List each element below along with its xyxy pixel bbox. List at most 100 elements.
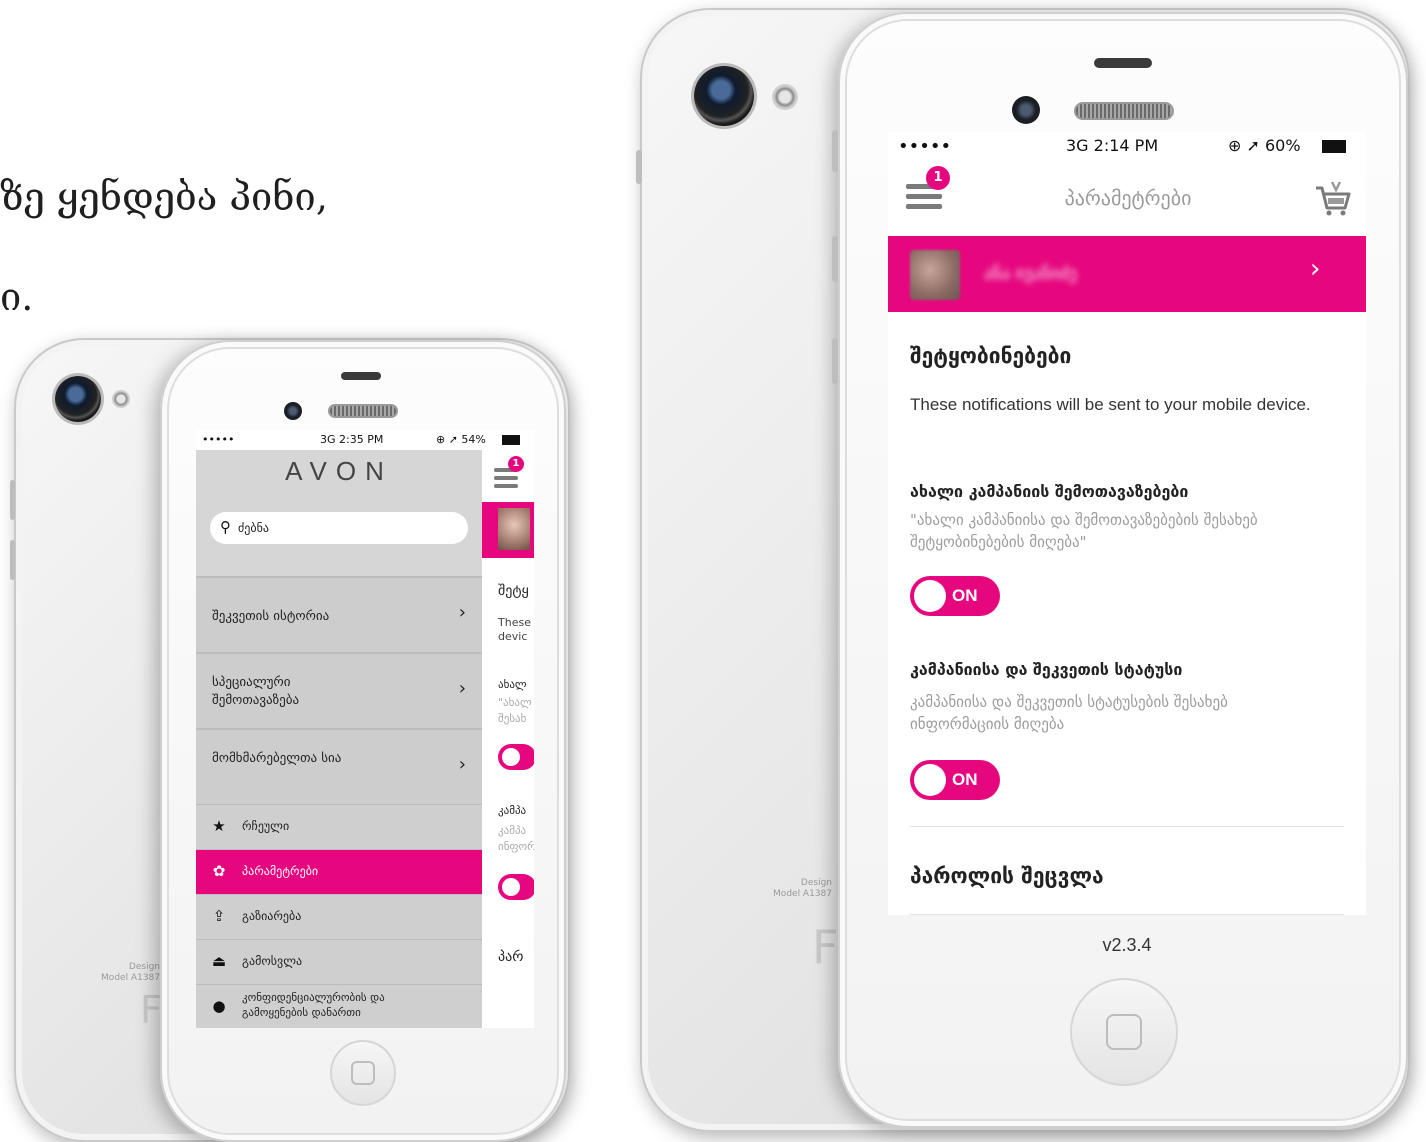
left-back-model-text: Design Model A1387: [101, 962, 160, 983]
status-time: 3G 2:14 PM: [1066, 136, 1159, 155]
menu-item-label: სპეციალური შემოთავაზება: [212, 675, 300, 708]
menu-item-order-history[interactable]: შეკვეთის ისტორია ›: [196, 576, 482, 654]
left-status-bar: ••••• 3G 2:35 PM ⊕ ➚ 54%: [196, 430, 534, 450]
option-title: კამპანიისა და შეკვეთის სტატუსი: [910, 660, 1183, 679]
signal-dots: •••••: [898, 136, 952, 157]
cart-icon[interactable]: [1312, 178, 1352, 218]
info-icon: ●: [212, 997, 226, 1015]
right-phone-side-button: [636, 150, 642, 184]
notifications-description: These notifications will be sent to your…: [910, 395, 1311, 414]
status-icons: ⊕ ➚ 54%: [436, 433, 486, 446]
toggle-knob: [914, 580, 946, 612]
menu-row-label: პარამეტრები: [242, 864, 319, 878]
toggle-knob: [914, 764, 946, 796]
menu-row-settings[interactable]: ✿ პარამეტრები: [196, 849, 482, 894]
right-front-camera: [1012, 96, 1040, 124]
menu-row-favorites[interactable]: ★ რჩეული: [196, 804, 482, 849]
left-rear-camera: [55, 376, 101, 422]
option-title: ახალი კამპანიის შემოთავაზებები: [910, 482, 1189, 501]
right-screen: ••••• 3G 2:14 PM ⊕ ➚ 60% 1 პარამეტრები ა…: [888, 132, 1366, 974]
chevron-right-icon: ›: [458, 602, 466, 623]
option-description: კამპანიისა და შეკვეთის სტატუსების შესახე…: [910, 693, 1228, 733]
search-input[interactable]: ⚲ ძებნა: [210, 512, 468, 544]
toggle-switch[interactable]: [498, 874, 534, 900]
chevron-right-icon: ›: [458, 754, 466, 775]
app-version: v2.3.4: [1102, 935, 1152, 955]
chevron-right-icon: ›: [1310, 254, 1321, 284]
left-back-logo: F: [140, 988, 162, 1032]
star-icon: ★: [212, 817, 226, 835]
notification-badge: 1: [508, 456, 524, 472]
right-home-button[interactable]: [1070, 978, 1178, 1086]
menu-row-privacy[interactable]: ● კონფიდენციალურობის და გამოყენების დანა…: [196, 984, 482, 1028]
toggle-switch[interactable]: [498, 744, 534, 770]
campaign-offers-toggle[interactable]: ON: [910, 576, 1000, 616]
menu-row-label: გაზიარება: [242, 909, 302, 923]
profile-name: ანა ივანიძე: [984, 264, 1077, 284]
side-menu: AVON ⚲ ძებნა შეკვეთის ისტორია › სპეციალუ…: [196, 450, 482, 1028]
home-square-icon: [351, 1061, 375, 1085]
menu-row-share[interactable]: ⇪ გაზიარება: [196, 894, 482, 939]
search-icon: ⚲: [220, 518, 231, 536]
left-earpiece: [328, 404, 398, 418]
peek-text: ინფორ: [498, 840, 534, 853]
footer: v2.3.4: [888, 915, 1366, 974]
brand-logo: AVON: [285, 456, 393, 486]
right-rear-camera: [694, 66, 754, 126]
notifications-title: შეტყობინებები: [910, 344, 1072, 368]
chevron-right-icon: ›: [458, 678, 466, 699]
change-password-link[interactable]: პაროლის შეცვლა: [910, 864, 1104, 888]
right-earpiece: [1074, 102, 1174, 120]
menu-item-label: შეკვეთის ისტორია: [212, 609, 330, 624]
logout-icon: ⏏: [211, 952, 227, 970]
search-placeholder: ძებნა: [238, 521, 269, 535]
menu-item-customer-list[interactable]: მომხმარებელთა სია ›: [196, 728, 482, 804]
left-front-camera: [284, 402, 302, 420]
menu-row-label: რჩეული: [242, 819, 290, 833]
peek-text: "ახალ: [498, 696, 532, 709]
left-top-slot: [341, 372, 381, 380]
right-rear-flash: [772, 84, 798, 110]
left-home-button[interactable]: [330, 1040, 396, 1106]
menu-item-special-offers[interactable]: სპეციალური შემოთავაზება ›: [196, 652, 482, 730]
peek-text: პარ: [498, 949, 524, 965]
peek-text: კამპა: [498, 824, 527, 837]
peek-text: These: [498, 616, 531, 629]
menu-row-label: გამოსვლა: [242, 954, 303, 968]
notification-badge: 1: [926, 166, 950, 190]
settings-peek: 1 შეტყ These devic ახალ "ახალ შესახ კამპ…: [482, 450, 534, 1028]
peek-text: შესახ: [498, 712, 527, 725]
right-back-logo: F: [812, 920, 839, 974]
profile-band[interactable]: [482, 502, 534, 558]
battery-icon: [1322, 140, 1346, 153]
gear-icon: ✿: [212, 862, 226, 880]
left-rear-flash: [112, 390, 130, 408]
right-back-model-text: Design Model A1387: [773, 878, 832, 899]
peek-text: შეტყ: [498, 583, 529, 599]
status-time: 3G 2:35 PM: [320, 433, 384, 446]
peek-text: კამპა: [498, 804, 527, 817]
right-status-bar: ••••• 3G 2:14 PM ⊕ ➚ 60%: [888, 132, 1366, 160]
peek-text: devic: [498, 630, 528, 643]
battery-icon: [502, 435, 520, 445]
home-square-icon: [1106, 1014, 1142, 1050]
menu-row-logout[interactable]: ⏏ გამოსვლა: [196, 939, 482, 984]
divider: [910, 826, 1344, 827]
share-icon: ⇪: [212, 907, 226, 925]
menu-row-label: კონფიდენციალურობის და გამოყენების დანართ…: [242, 991, 385, 1019]
avatar: [910, 250, 960, 300]
profile-row[interactable]: ანა ივანიძე ›: [888, 236, 1366, 312]
option-description: "ახალი კამპანიისა და შემოთავაზებების შეს…: [910, 511, 1258, 551]
toggle-label: ON: [952, 770, 978, 789]
status-icons: ⊕ ➚ 60%: [1228, 136, 1301, 155]
order-status-toggle[interactable]: ON: [910, 760, 1000, 800]
peek-text: ახალ: [498, 678, 527, 691]
left-screen: ••••• 3G 2:35 PM ⊕ ➚ 54% AVON ⚲ ძებნა შე…: [196, 430, 534, 1028]
left-phone-side-button: [10, 540, 15, 580]
avatar: [498, 508, 530, 550]
right-front-side-button: [832, 338, 838, 384]
headline-line-1: ზე ყენდება პინი,: [0, 175, 328, 219]
toggle-label: ON: [952, 586, 978, 605]
right-front-side-button: [832, 236, 838, 282]
left-phone-side-button: [10, 480, 15, 520]
